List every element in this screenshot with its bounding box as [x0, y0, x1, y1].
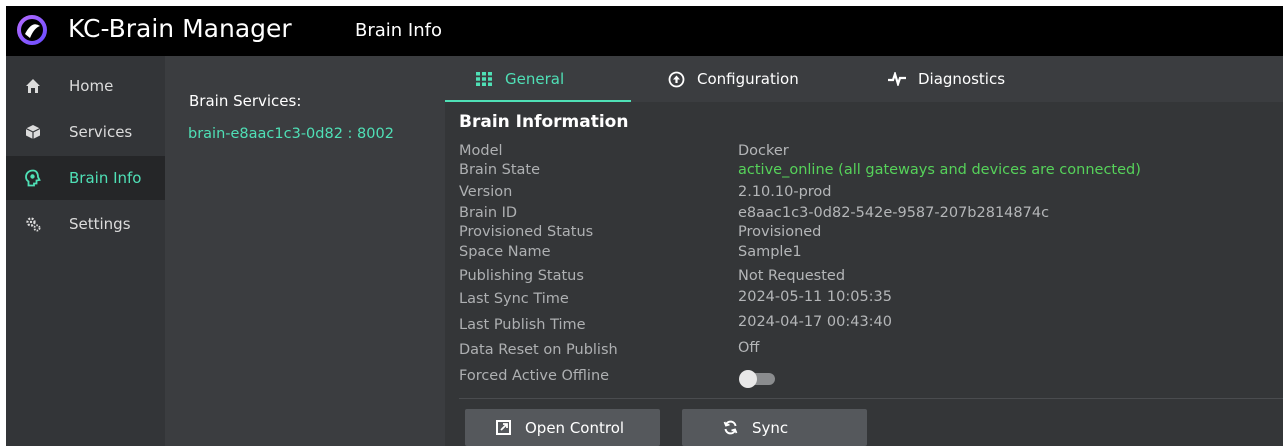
active-tab-indicator — [445, 100, 631, 102]
brain-service-link[interactable]: brain-e8aac1c3-0d82 : 8002 — [188, 126, 394, 142]
tab-label: Configuration — [697, 70, 799, 88]
gears-icon — [23, 214, 43, 234]
info-label-publishing-status: Publishing Status — [459, 268, 584, 284]
info-label-version: Version — [459, 184, 513, 200]
info-label-last-sync-time: Last Sync Time — [459, 291, 569, 307]
info-value-last-publish-time: 2024-04-17 00:43:40 — [738, 314, 892, 330]
info-value-model: Docker — [738, 143, 789, 159]
info-label-space-name: Space Name — [459, 244, 551, 260]
services-icon — [23, 122, 43, 142]
title-bar: KC-Brain Manager Brain Info — [6, 6, 1283, 56]
sidebar-item-label: Settings — [69, 215, 131, 233]
sidebar-item-settings[interactable]: Settings — [6, 202, 165, 246]
tab-general[interactable]: General — [445, 56, 631, 102]
kc-brain-logo-icon — [17, 15, 47, 45]
tab-diagnostics[interactable]: Diagnostics — [888, 56, 1005, 102]
info-label-data-reset-on-publish: Data Reset on Publish — [459, 342, 618, 358]
info-label-last-publish-time: Last Publish Time — [459, 317, 586, 333]
sync-icon — [722, 420, 738, 436]
tab-label: General — [505, 70, 565, 88]
info-value-provisioned-status: Provisioned — [738, 224, 822, 240]
brain-icon — [23, 168, 43, 188]
brain-services-heading: Brain Services: — [189, 92, 302, 110]
page-title: Brain Info — [355, 20, 442, 41]
brain-info-panel: General Configuration Diagnostics Brain … — [445, 56, 1283, 446]
info-value-space-name: Sample1 — [738, 244, 802, 260]
info-label-brain-state: Brain State — [459, 162, 541, 178]
open-control-button[interactable]: Open Control — [465, 409, 660, 446]
open-control-label: Open Control — [525, 418, 625, 437]
info-value-brain-state: active_online (all gateways and devices … — [738, 162, 1141, 178]
app-window: KC-Brain Manager Brain Info Home Service… — [6, 6, 1283, 446]
info-label-provisioned-status: Provisioned Status — [459, 224, 594, 240]
info-value-version: 2.10.10-prod — [738, 184, 832, 200]
tab-bar: General Configuration Diagnostics — [445, 56, 1283, 102]
info-value-publishing-status: Not Requested — [738, 268, 846, 284]
sidebar-item-label: Home — [69, 77, 114, 95]
pulse-icon — [888, 70, 906, 88]
sidebar-item-label: Services — [69, 123, 133, 141]
info-value-last-sync-time: 2024-05-11 10:05:35 — [738, 289, 892, 305]
forced-active-offline-toggle[interactable] — [739, 370, 779, 388]
section-divider — [459, 398, 1283, 399]
info-label-model: Model — [459, 143, 503, 159]
toggle-knob — [739, 370, 757, 388]
home-icon — [23, 76, 43, 96]
grid-icon — [475, 70, 493, 88]
sync-button[interactable]: Sync — [682, 409, 867, 446]
sidebar-item-home[interactable]: Home — [6, 64, 165, 108]
info-value-data-reset-on-publish: Off — [738, 340, 760, 356]
sync-label: Sync — [752, 418, 789, 437]
info-label-forced-active-offline: Forced Active Offline — [459, 368, 610, 384]
tab-label: Diagnostics — [918, 70, 1006, 88]
info-label-brain-id: Brain ID — [459, 205, 518, 221]
info-value-brain-id: e8aac1c3-0d82-542e-9587-207b2814874c — [738, 205, 1050, 221]
app-title: KC-Brain Manager — [68, 14, 292, 43]
sidebar-item-brain-info[interactable]: Brain Info — [6, 156, 165, 200]
sidebar: Home Services Brain Info Settings — [6, 56, 165, 446]
tab-configuration[interactable]: Configuration — [667, 56, 799, 102]
brain-services-panel: Brain Services: brain-e8aac1c3-0d82 : 80… — [165, 56, 445, 446]
sidebar-item-label: Brain Info — [69, 169, 142, 187]
external-link-icon — [495, 420, 511, 436]
brain-information-title: Brain Information — [459, 112, 629, 132]
sidebar-item-services[interactable]: Services — [6, 110, 165, 154]
circle-arrow-icon — [667, 70, 685, 88]
